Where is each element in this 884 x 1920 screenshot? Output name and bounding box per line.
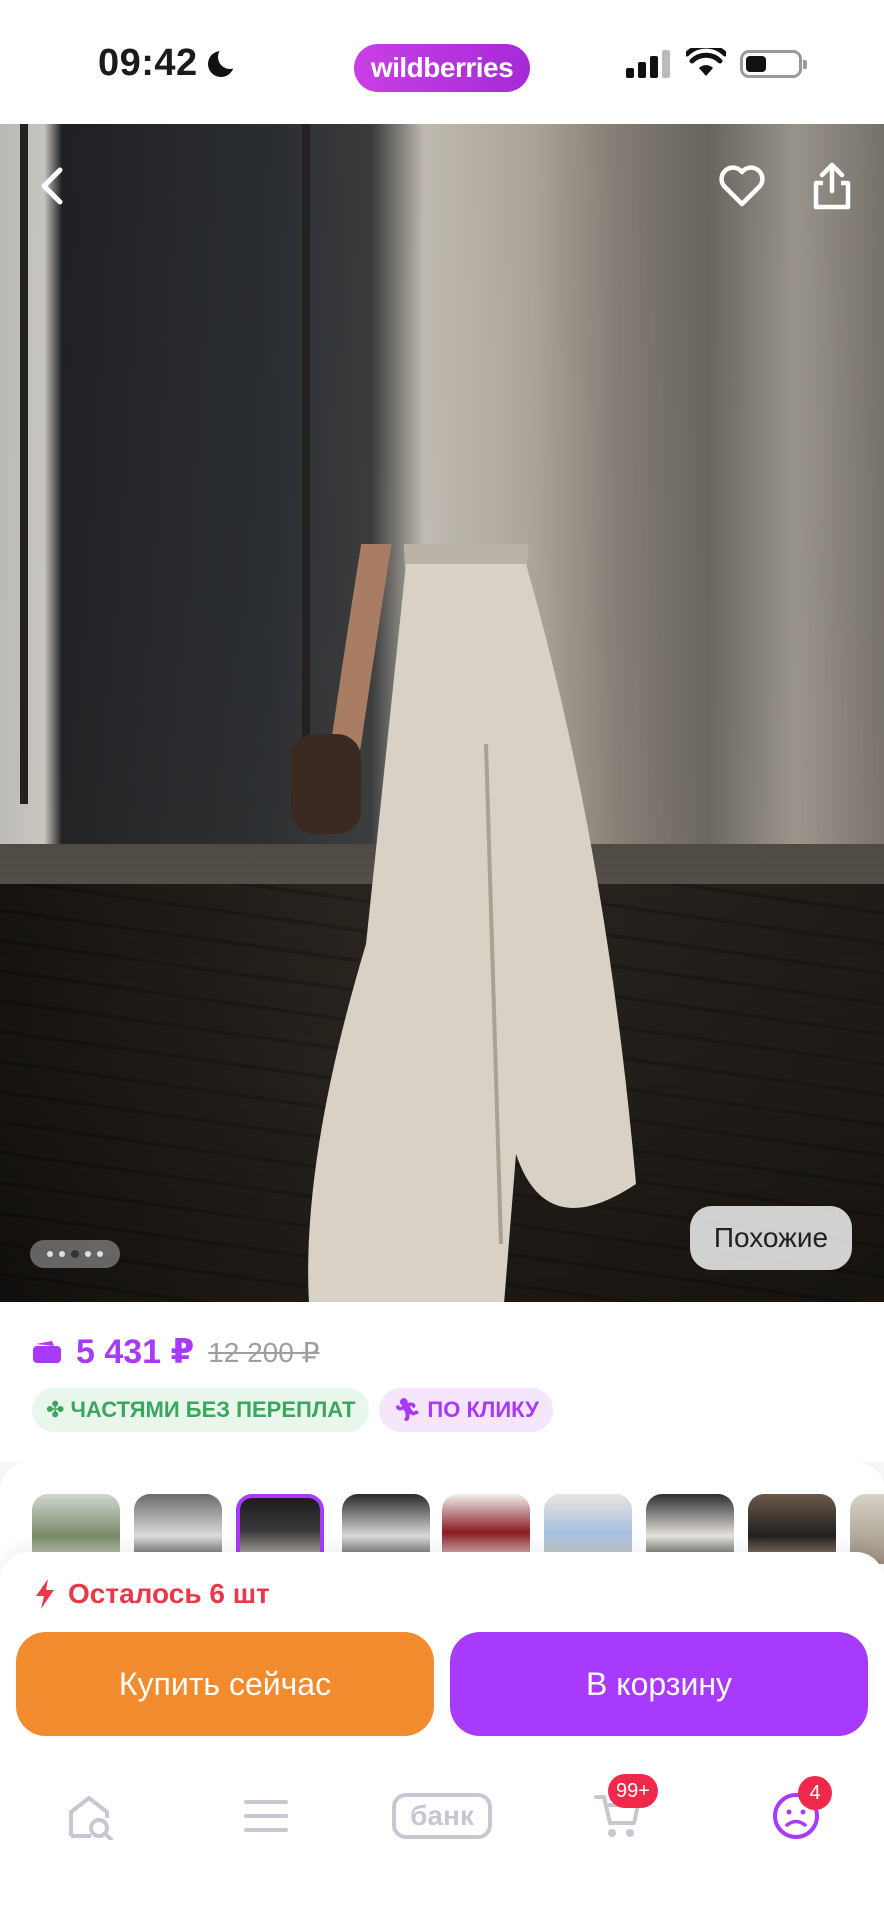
gallery-dot (59, 1251, 65, 1257)
one-click-badge[interactable]: 🏃︎ ПО КЛИКУ (379, 1388, 553, 1432)
running-person-icon: 🏃︎ (393, 1397, 422, 1422)
gallery-dot (97, 1251, 103, 1257)
cart-count-badge: 99+ (608, 1774, 658, 1808)
tab-catalog[interactable] (222, 1772, 310, 1860)
share-icon (813, 162, 851, 210)
clover-icon: ✤ (46, 1397, 65, 1422)
gallery-dot (47, 1251, 53, 1257)
price-block: 5 431 ₽ 12 200 ₽ ✤ ЧАСТЯМИ БЕЗ ПЕРЕПЛАТ … (0, 1302, 884, 1462)
bottom-tab-bar: банк 99+ 4 (0, 1772, 884, 1872)
bank-icon: банк (392, 1793, 492, 1839)
brand-logo: wildberries (354, 44, 530, 92)
installments-badge[interactable]: ✤ ЧАСТЯМИ БЕЗ ПЕРЕПЛАТ (32, 1388, 370, 1432)
similar-button[interactable]: Похожие (690, 1206, 852, 1270)
cellular-signal-icon (626, 50, 670, 78)
photo-window (20, 124, 310, 804)
price-old: 12 200 ₽ (208, 1336, 320, 1368)
model-dress-figure (291, 544, 636, 1302)
one-click-badge-label: ПО КЛИКУ (427, 1397, 539, 1422)
share-button[interactable] (800, 154, 864, 218)
purchase-panel: Осталось 6 шт Купить сейчас В корзину ба… (0, 1552, 884, 1920)
gallery-dot (85, 1251, 91, 1257)
tab-home[interactable] (46, 1772, 134, 1860)
tab-cart[interactable]: 99+ (574, 1772, 662, 1860)
status-bar: 09:42 wildberries (0, 0, 884, 124)
moon-icon (206, 44, 242, 79)
heart-icon (719, 165, 765, 207)
favorite-button[interactable] (710, 154, 774, 218)
buy-now-button[interactable]: Купить сейчас (16, 1632, 434, 1736)
wifi-icon (686, 48, 726, 76)
chevron-left-icon (41, 167, 63, 205)
battery-icon (740, 50, 807, 78)
tab-profile[interactable]: 4 (752, 1772, 840, 1860)
add-to-cart-button[interactable]: В корзину (450, 1632, 868, 1736)
installments-badge-label: ЧАСТЯМИ БЕЗ ПЕРЕПЛАТ (70, 1397, 356, 1422)
menu-icon (244, 1800, 288, 1832)
stock-info: Осталось 6 шт (34, 1578, 270, 1610)
price-row: 5 431 ₽ 12 200 ₽ (32, 1332, 319, 1372)
profile-notification-badge: 4 (798, 1776, 832, 1810)
gallery-dot-active (71, 1250, 79, 1258)
back-button[interactable] (20, 154, 84, 218)
status-time: 09:42 (98, 42, 242, 85)
tab-bank[interactable]: банк (392, 1772, 492, 1860)
gallery-pagination (30, 1240, 120, 1268)
price-current: 5 431 ₽ (76, 1333, 195, 1371)
product-photo[interactable]: Похожие (0, 124, 884, 1302)
home-search-icon (69, 1796, 113, 1840)
lightning-icon (36, 1579, 54, 1609)
wallet-icon (33, 1341, 61, 1363)
status-time-text: 09:42 (98, 42, 198, 84)
price-badges: ✤ ЧАСТЯМИ БЕЗ ПЕРЕПЛАТ 🏃︎ ПО КЛИКУ (32, 1388, 553, 1432)
stock-text: Осталось 6 шт (68, 1578, 270, 1609)
